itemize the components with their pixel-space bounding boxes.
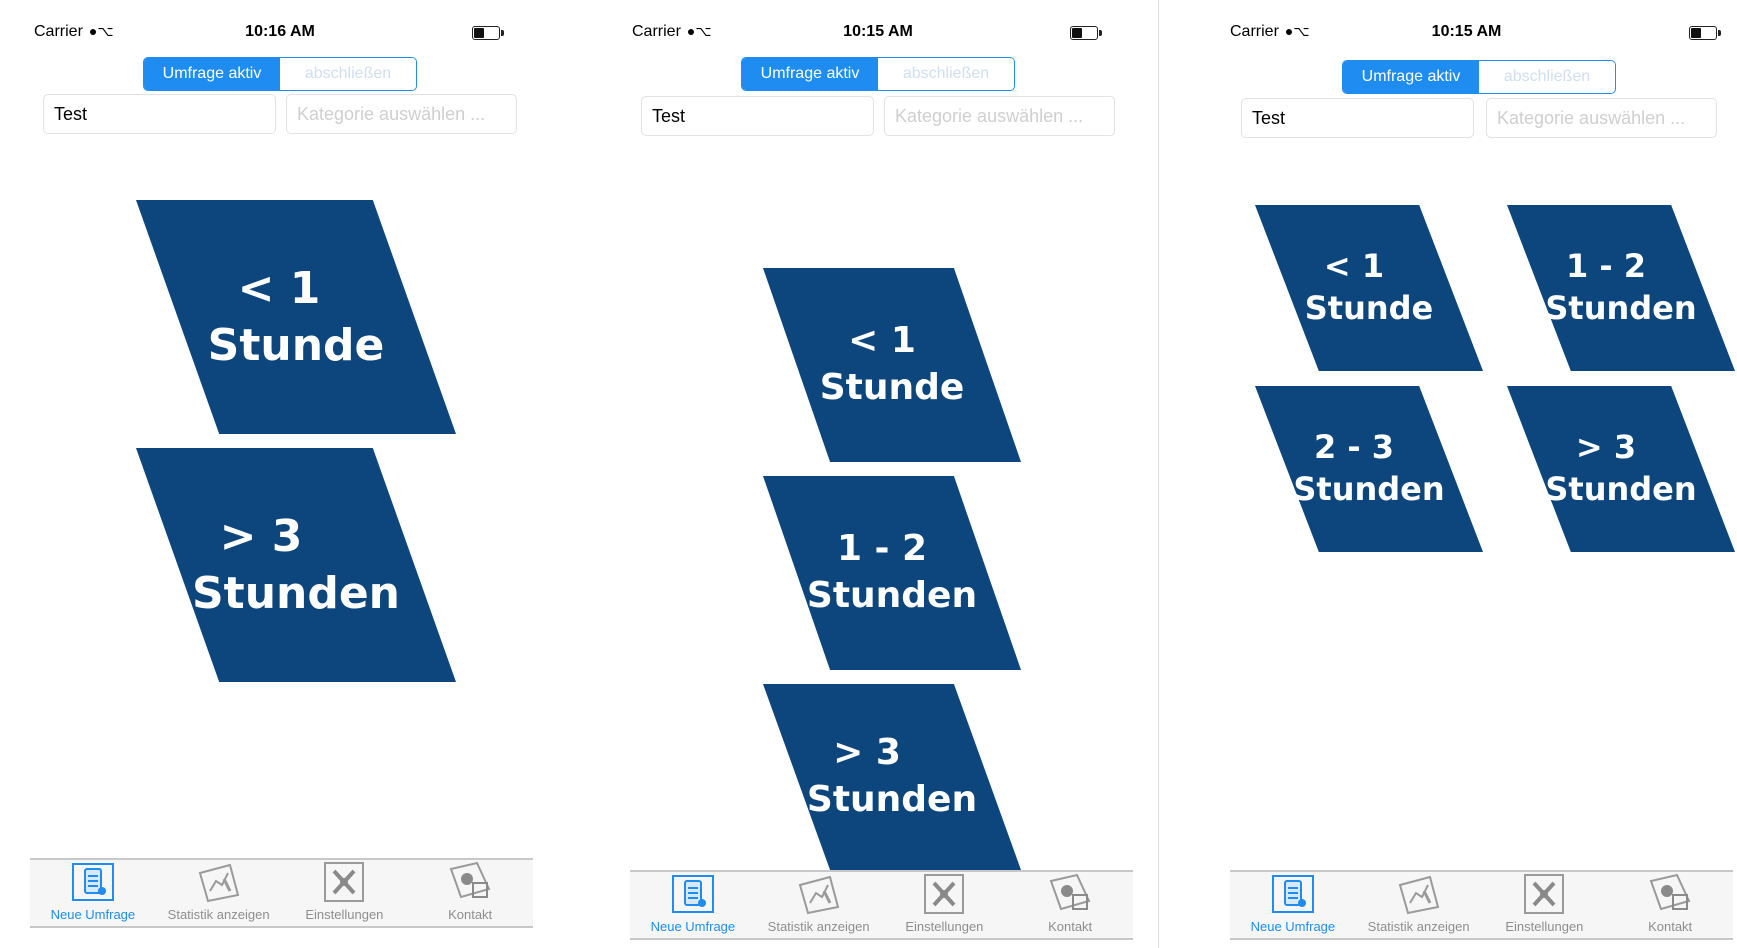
tab-label: Statistik anzeigen [1367, 919, 1470, 934]
answer-card-more-3[interactable]: > 3 Stunden [763, 684, 1021, 870]
screen-2: Carrier ●⌥ 10:15 AM Umfrage aktiv abschli… [598, 0, 1158, 948]
tab-label: Statistik anzeigen [167, 907, 270, 922]
tab-bar: Neue Umfrage Statistik anzeigen Einstell… [30, 858, 533, 928]
tab-statistics[interactable]: Statistik anzeigen [156, 860, 282, 926]
survey-segmented-control: Umfrage aktiv abschließen [741, 57, 1015, 91]
tab-new-survey[interactable]: Neue Umfrage [630, 872, 756, 938]
tab-label: Neue Umfrage [1250, 919, 1336, 934]
tools-icon [1524, 874, 1565, 914]
card-line1: < 1 [848, 320, 916, 362]
survey-name-field[interactable]: Test [1241, 98, 1474, 138]
battery-icon [1070, 26, 1102, 40]
status-bar: Carrier ●⌥ 10:16 AM [0, 20, 560, 46]
tab-contact[interactable]: Kontakt [407, 860, 533, 926]
contact-icon [449, 861, 491, 899]
tab-label: Neue Umfrage [650, 919, 736, 934]
tab-label: Statistik anzeigen [767, 919, 870, 934]
tab-statistics[interactable]: Statistik anzeigen [756, 872, 882, 938]
segment-survey-active[interactable]: Umfrage aktiv [144, 58, 280, 90]
card-line2: Stunde [819, 367, 965, 408]
answer-card-less-1[interactable]: < 1 Stunde [763, 268, 1021, 462]
card-line2: Stunde [207, 320, 385, 371]
answer-card-1-2[interactable]: 1 - 2 Stunden [1507, 205, 1735, 371]
card-line1: 1 - 2 [1565, 247, 1647, 286]
card-line2: Stunden [806, 779, 978, 820]
card-line1: 2 - 3 [1313, 428, 1395, 467]
survey-segmented-control: Umfrage aktiv abschließen [143, 57, 417, 91]
card-line1: < 1 [237, 262, 321, 314]
tab-bar: Neue Umfrage Statistik anzeigen Einstell… [1230, 870, 1733, 940]
survey-name-field[interactable]: Test [43, 94, 276, 134]
chart-icon [198, 863, 239, 903]
status-bar: Carrier ●⌥ 10:15 AM [598, 20, 1158, 46]
tab-label: Einstellungen [1505, 919, 1584, 934]
tab-settings[interactable]: Einstellungen [1482, 872, 1608, 938]
tab-contact[interactable]: Kontakt [1607, 872, 1733, 938]
screen-1: Carrier ●⌥ 10:16 AM Umfrage aktiv abschli… [0, 0, 560, 948]
segment-finish[interactable]: abschließen [280, 58, 416, 90]
card-line2: Stunden [1545, 289, 1697, 327]
tab-bar: Neue Umfrage Statistik anzeigen Einstell… [630, 870, 1133, 940]
answer-card-more-3[interactable]: > 3 Stunden [1507, 386, 1735, 552]
clipboard-icon [1271, 875, 1314, 913]
survey-name-field[interactable]: Test [641, 96, 874, 136]
card-line2: Stunden [1293, 470, 1445, 508]
clipboard-icon [71, 863, 114, 901]
card-line1: > 3 [219, 510, 303, 562]
card-line1: 1 - 2 [836, 528, 928, 570]
tab-statistics[interactable]: Statistik anzeigen [1356, 872, 1482, 938]
segment-survey-active[interactable]: Umfrage aktiv [1343, 61, 1479, 93]
tab-label: Einstellungen [905, 919, 984, 934]
segment-finish[interactable]: abschließen [878, 58, 1014, 90]
tab-label: Kontakt [1648, 919, 1693, 934]
clipboard-icon [671, 875, 714, 913]
tab-new-survey[interactable]: Neue Umfrage [1230, 872, 1356, 938]
contact-icon [1649, 873, 1691, 911]
answer-card-2-3[interactable]: 2 - 3 Stunden [1255, 386, 1483, 552]
status-time: 10:15 AM [1431, 23, 1502, 40]
category-select-field[interactable]: Kategorie auswählen ... [286, 94, 517, 134]
chart-icon [1398, 875, 1439, 915]
tab-new-survey[interactable]: Neue Umfrage [30, 860, 156, 926]
contact-icon [1049, 873, 1091, 911]
card-line2: Stunden [191, 568, 401, 619]
card-line1: < 1 [1323, 247, 1385, 286]
segment-finish[interactable]: abschließen [1479, 61, 1615, 93]
tab-label: Kontakt [448, 907, 493, 922]
segment-survey-active[interactable]: Umfrage aktiv [742, 58, 878, 90]
status-bar: Carrier ●⌥ 10:15 AM [1196, 20, 1737, 46]
card-line1: > 3 [1575, 428, 1637, 467]
card-line1: > 3 [833, 732, 901, 774]
chart-icon [798, 875, 839, 915]
tools-icon [324, 862, 365, 902]
answer-card-less-1[interactable]: < 1 Stunde [1255, 205, 1483, 371]
tab-settings[interactable]: Einstellungen [282, 860, 408, 926]
tools-icon [924, 874, 965, 914]
battery-icon [1689, 26, 1721, 40]
answer-card-less-1[interactable]: < 1 Stunde [136, 200, 456, 434]
answer-card-more-3[interactable]: > 3 Stunden [136, 448, 456, 682]
category-select-field[interactable]: Kategorie auswählen ... [884, 96, 1115, 136]
tab-contact[interactable]: Kontakt [1007, 872, 1133, 938]
screen-divider [1158, 0, 1159, 948]
card-line2: Stunden [806, 575, 978, 616]
category-select-field[interactable]: Kategorie auswählen ... [1486, 98, 1717, 138]
tab-label: Kontakt [1048, 919, 1093, 934]
card-line2: Stunden [1545, 470, 1697, 508]
answer-card-1-2[interactable]: 1 - 2 Stunden [763, 476, 1021, 670]
battery-icon [472, 26, 504, 40]
tab-label: Neue Umfrage [50, 907, 136, 922]
card-line2: Stunde [1304, 289, 1434, 327]
screen-3: Carrier ●⌥ 10:15 AM Umfrage aktiv abschli… [1196, 0, 1737, 948]
tab-settings[interactable]: Einstellungen [882, 872, 1008, 938]
tab-label: Einstellungen [305, 907, 384, 922]
survey-segmented-control: Umfrage aktiv abschließen [1342, 60, 1616, 94]
